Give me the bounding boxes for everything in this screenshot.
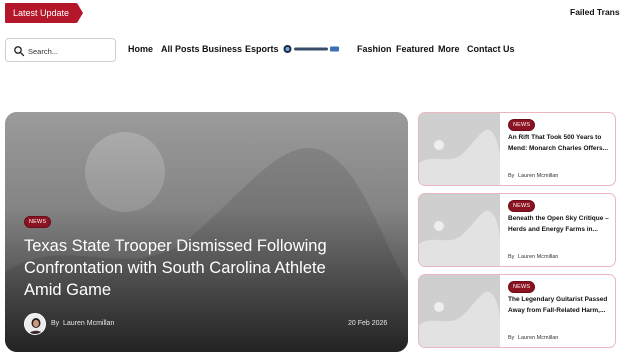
nav-home[interactable]: Home: [128, 44, 153, 54]
nav-all-posts[interactable]: All Posts: [161, 44, 200, 54]
hero-overlay: [5, 112, 408, 352]
top-bar: Latest Update Failed Trans: [0, 0, 620, 26]
card-author[interactable]: Lauren Mcmillan: [518, 254, 558, 260]
hero-title[interactable]: Texas State Trooper Dismissed Following …: [24, 235, 364, 301]
hero-by-label: By: [51, 320, 60, 327]
image-placeholder-icon: [419, 113, 500, 185]
search-box[interactable]: [5, 38, 116, 62]
card-title[interactable]: An Rift That Took 500 Years to Mend: Mon…: [508, 133, 612, 154]
hero-date: 20 Feb 2026: [348, 320, 388, 327]
category-badge[interactable]: NEWS: [508, 281, 536, 293]
side-article-card[interactable]: NEWS An Rift That Took 500 Years to Mend…: [418, 112, 616, 186]
image-placeholder-icon: [419, 275, 500, 347]
image-placeholder-icon: [419, 194, 500, 266]
search-icon: [14, 46, 25, 57]
nav-esports[interactable]: Esports: [245, 44, 279, 54]
latest-update-button[interactable]: Latest Update: [5, 3, 84, 23]
hero-article[interactable]: NEWS Texas State Trooper Dismissed Follo…: [5, 112, 408, 352]
partner-logo-icon[interactable]: [283, 44, 340, 54]
nav-featured[interactable]: Featured: [396, 44, 434, 54]
category-badge[interactable]: NEWS: [24, 216, 52, 228]
nav-more[interactable]: More: [438, 44, 460, 54]
card-by-label: By: [508, 335, 515, 341]
category-badge[interactable]: NEWS: [508, 200, 536, 212]
author-avatar: [24, 313, 46, 335]
side-article-card[interactable]: NEWS The Legendary Guitarist Passed Away…: [418, 274, 616, 348]
card-by-label: By: [508, 254, 515, 260]
card-title[interactable]: The Legendary Guitarist Passed Away from…: [508, 295, 612, 316]
main-navigation: Home All Posts Business Esports Fashion …: [0, 36, 620, 64]
card-author[interactable]: Lauren Mcmillan: [518, 335, 558, 341]
nav-fashion[interactable]: Fashion: [357, 44, 392, 54]
card-author[interactable]: Lauren Mcmillan: [518, 173, 558, 179]
hero-author[interactable]: Lauren Mcmillan: [63, 320, 114, 327]
search-input[interactable]: [28, 43, 112, 59]
nav-contact-us[interactable]: Contact Us: [467, 44, 515, 54]
category-badge[interactable]: NEWS: [508, 119, 536, 131]
card-by-label: By: [508, 173, 515, 179]
nav-business[interactable]: Business: [202, 44, 242, 54]
news-ticker[interactable]: Failed Trans: [570, 7, 620, 17]
card-title[interactable]: Beneath the Open Sky Critique – Herds an…: [508, 214, 612, 235]
side-article-card[interactable]: NEWS Beneath the Open Sky Critique – Her…: [418, 193, 616, 267]
